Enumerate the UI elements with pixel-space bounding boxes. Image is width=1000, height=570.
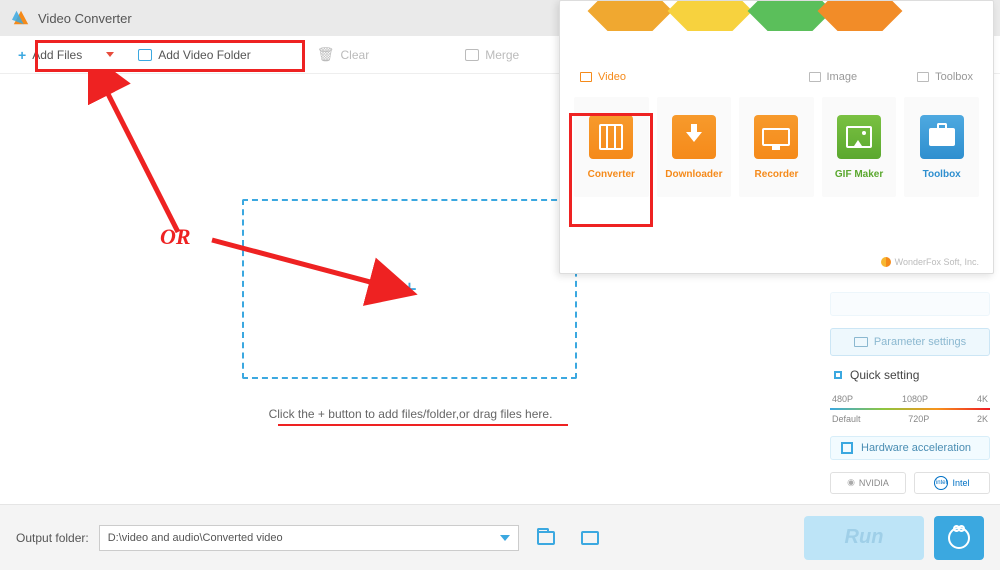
hint-underline-annotation [278,424,568,426]
clear-label: Clear [341,48,370,62]
dropzone[interactable]: + [242,199,577,379]
annotation-box-converter [569,113,653,227]
output-folder-field[interactable]: D:\video and audio\Converted video [99,525,519,551]
category-video: Video [580,71,626,83]
run-button[interactable]: Run [804,516,924,560]
open-output-video-button[interactable] [573,525,607,551]
chip-icon [841,442,853,454]
hardware-accel-button[interactable]: Hardware acceleration [830,436,990,460]
intel-icon: intel [934,476,948,490]
open-folder-button[interactable] [529,525,563,551]
category-toolbox: Toolbox [917,71,973,83]
quick-setting-label: Quick setting [850,368,919,382]
clock-icon [948,527,970,549]
run-label: Run [845,526,884,549]
dropdown-arrow-icon [500,535,510,541]
parameter-settings-button[interactable]: Parameter settings [830,328,990,355]
tool-recorder[interactable]: Recorder [739,97,814,197]
image-category-icon [809,72,821,82]
downloader-icon [672,115,716,159]
category-image: Image [809,71,858,83]
parameter-settings-label: Parameter settings [874,336,966,348]
wonderfox-logo-icon [881,257,891,267]
quick-setting-row: Quick setting [830,368,990,382]
folder-open-icon [537,531,555,545]
hardware-accel-label: Hardware acceleration [861,442,971,454]
tool-gifmaker[interactable]: GIF Maker [822,97,897,197]
annotation-or-label: OR [160,224,191,250]
scale-bottom: Default 720P 2K [830,414,990,424]
intel-badge: intel Intel [914,472,990,494]
popup-header [560,1,993,31]
output-format-button[interactable] [830,292,990,316]
nvidia-eye-icon: ◉ [847,477,855,488]
popup-categories: Video Image Toolbox [560,31,993,89]
app-title: Video Converter [38,11,132,26]
settings-icon [854,337,868,347]
quality-slider[interactable]: 480P 1080P 4K Default 720P 2K [830,394,990,424]
toolbox-category-icon [917,72,929,82]
app-logo-icon [12,9,30,27]
video-file-icon [581,531,599,545]
gifmaker-icon [837,115,881,159]
dropzone-hint: Click the + button to add files/folder,o… [244,407,577,421]
output-folder-label: Output folder: [16,531,89,545]
quick-setting-marker-icon [834,371,842,379]
tool-toolbox[interactable]: Toolbox [904,97,979,197]
popup-footer: WonderFox Soft, Inc. [881,257,979,267]
scale-top: 480P 1080P 4K [830,394,990,404]
output-folder-path: D:\video and audio\Converted video [108,532,283,544]
clear-button[interactable]: 🗑 Clear [299,36,387,73]
nvidia-badge: ◉ NVIDIA [830,472,906,494]
dropzone-plus-icon: + [402,274,417,305]
merge-icon [465,49,479,61]
merge-button[interactable]: Merge [447,36,537,73]
scale-line [830,408,990,410]
bottombar: Output folder: D:\video and audio\Conver… [0,504,1000,570]
schedule-button[interactable] [934,516,984,560]
video-category-icon [580,72,592,82]
toolbox-icon [920,115,964,159]
annotation-box-toolbar [35,40,305,72]
tool-downloader[interactable]: Downloader [657,97,732,197]
merge-label: Merge [485,48,519,62]
recorder-icon [754,115,798,159]
plus-icon: + [18,47,26,63]
vendor-row: ◉ NVIDIA intel Intel [830,472,990,494]
trash-icon: 🗑 [317,46,335,63]
